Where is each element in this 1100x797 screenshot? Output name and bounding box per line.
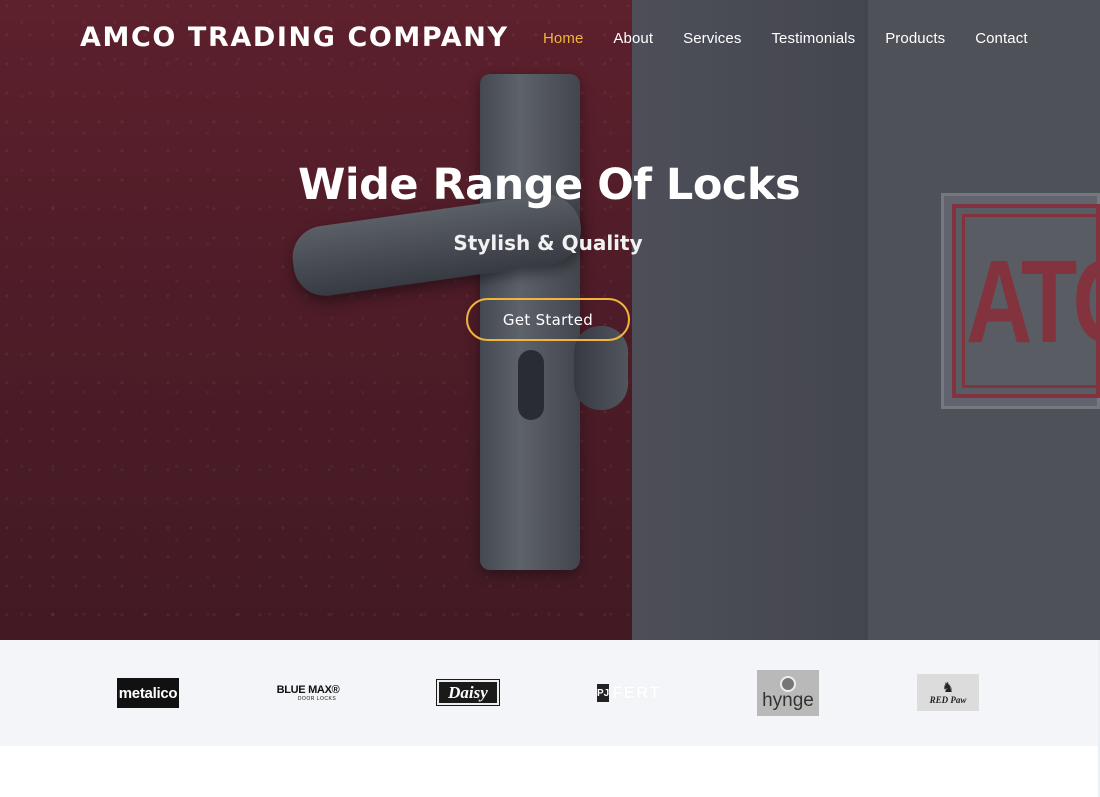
daisy-logo-text: Daisy — [448, 682, 488, 702]
hero-section: ATC AMCO TRADING COMPANY Home About Serv… — [0, 0, 1100, 640]
get-started-button[interactable]: Get Started — [466, 298, 630, 341]
nav-home[interactable]: Home — [543, 30, 583, 47]
bluemax-logo[interactable]: BLUE MAX® DOOR LOCKS — [276, 684, 340, 702]
hynge-logo-text: hynge — [762, 690, 814, 711]
bluemax-logo-text: BLUE MAX® — [276, 683, 340, 696]
hero-subtitle: Stylish & Quality — [453, 231, 643, 255]
daisy-logo[interactable]: Daisy — [436, 679, 500, 706]
nav-services[interactable]: Services — [683, 30, 741, 47]
brand-logo[interactable]: AMCO TRADING COMPANY — [80, 22, 509, 53]
bluemax-logo-subtext: DOOR LOCKS — [297, 695, 337, 702]
main-nav: Home About Services Testimonials Product… — [543, 30, 1058, 47]
nav-contact[interactable]: Contact — [975, 30, 1027, 47]
page-body-start — [0, 746, 1100, 797]
pj-logo[interactable]: PJ FERT — [597, 683, 661, 703]
pj-logo-text: FERT — [612, 683, 661, 702]
hynge-logo[interactable]: hynge — [757, 670, 819, 716]
redpaw-logo-text: RED Paw — [929, 694, 967, 705]
nav-products[interactable]: Products — [885, 30, 945, 47]
nav-testimonials[interactable]: Testimonials — [771, 30, 855, 47]
nav-about[interactable]: About — [613, 30, 653, 47]
metalico-logo-text: metalico — [118, 684, 178, 702]
hero-title: Wide Range Of Locks — [297, 160, 801, 210]
horse-icon: ♞ — [941, 679, 955, 696]
clients-band: metalico BLUE MAX® DOOR LOCKS Daisy PJ F… — [0, 640, 1100, 746]
pj-logo-mark: PJ — [597, 684, 610, 702]
redpaw-logo[interactable]: ♞ RED Paw — [917, 674, 979, 711]
metalico-logo[interactable]: metalico — [117, 678, 179, 708]
